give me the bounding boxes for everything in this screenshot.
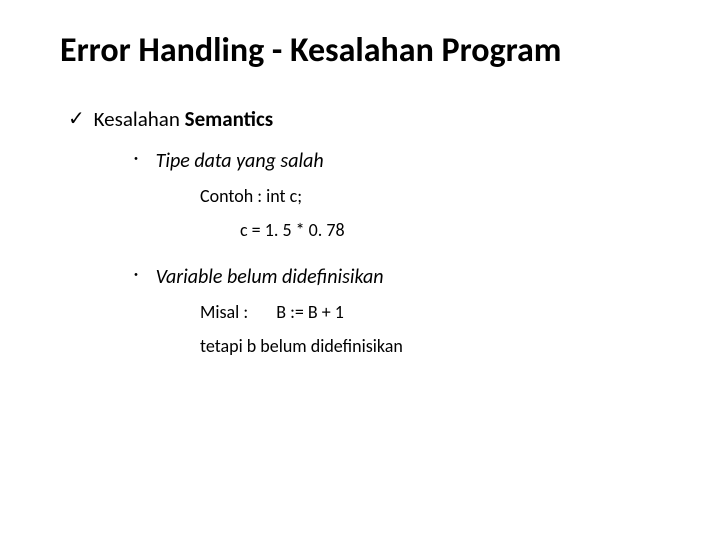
subitem-label: Variable belum didefinisikan xyxy=(156,265,384,289)
example-row-2: Misal : B := B + 1 xyxy=(200,301,670,323)
list-item-label: Kesalahan Semantics xyxy=(94,107,274,131)
slide: Error Handling - Kesalahan Program ✓ Kes… xyxy=(0,0,720,540)
subitem-variable: • Variable belum didefinisikan xyxy=(134,265,670,289)
bullet-icon: • xyxy=(134,263,152,287)
page-title: Error Handling - Kesalahan Program xyxy=(60,30,670,71)
subitem-label: Tipe data yang salah xyxy=(156,149,324,173)
list-item-prefix: Kesalahan xyxy=(94,106,185,132)
example-note-2: tetapi b belum didefinisikan xyxy=(200,335,670,357)
check-icon: ✓ xyxy=(68,107,90,131)
list-item-semantics: ✓ Kesalahan Semantics xyxy=(68,107,670,131)
bullet-icon: • xyxy=(134,147,152,171)
example-label-2: Misal : xyxy=(200,301,248,323)
list-item-bold: Semantics xyxy=(185,106,273,132)
subitem-tipe-data: • Tipe data yang salah xyxy=(134,149,670,173)
example-code-1: c = 1. 5 * 0. 78 xyxy=(240,219,670,241)
example-label-1: Contoh : int c; xyxy=(200,185,670,207)
example-code-2: B := B + 1 xyxy=(276,301,344,323)
